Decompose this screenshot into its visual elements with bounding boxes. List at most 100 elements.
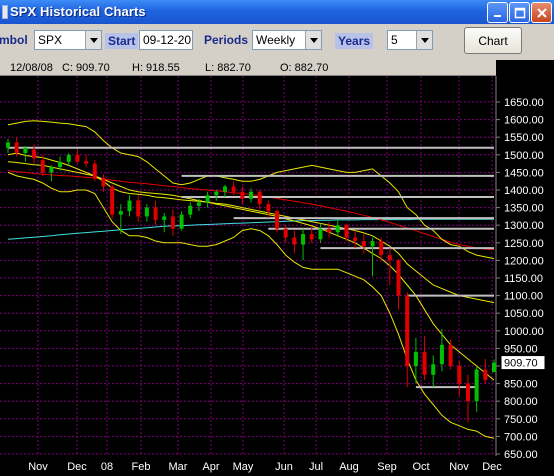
candle-body: [474, 369, 479, 402]
candle-body: [32, 149, 37, 159]
years-label: Years: [335, 33, 374, 49]
candle-body: [361, 241, 366, 247]
candle-body: [344, 225, 349, 238]
candle-body: [465, 383, 470, 402]
x-axis-tick-label: Jun: [275, 461, 293, 473]
candle-body: [301, 234, 306, 245]
start-label: Start: [105, 33, 139, 49]
y-axis-tick-label: 850.00: [504, 379, 538, 391]
candle-body: [170, 216, 175, 229]
y-axis-tick-label: 1050.00: [504, 308, 544, 320]
x-axis-tick-label: Dec: [482, 461, 502, 473]
candle-body: [196, 202, 201, 206]
y-axis-tick-label: 1400.00: [504, 185, 544, 197]
candle-body: [179, 214, 184, 229]
candle-body: [101, 177, 106, 187]
candle-body: [231, 186, 236, 192]
y-axis-tick-label: 1150.00: [504, 273, 543, 285]
x-axis-tick-label: Oct: [412, 461, 429, 473]
close-button[interactable]: [531, 2, 552, 23]
minimize-icon: [493, 14, 501, 17]
years-select[interactable]: 5: [387, 30, 433, 50]
symbol-select[interactable]: SPX: [34, 30, 102, 50]
ohlc-open: O: 882.70: [280, 62, 329, 74]
start-date-input[interactable]: 09-12-20: [139, 30, 193, 50]
x-axis-tick-label: Jul: [309, 461, 323, 473]
maximize-button[interactable]: [509, 2, 530, 23]
price-chart[interactable]: 1650.00 1600.00 1550.00 1500.00 1450.00 1400.…: [0, 60, 554, 476]
y-axis-tick-label: 700.00: [504, 431, 538, 443]
y-axis-tick-label: 1500.00: [504, 150, 544, 162]
candle-body: [370, 241, 375, 247]
ohlc-close: C: 909.70: [62, 62, 110, 74]
candle-body: [283, 228, 288, 238]
periods-select[interactable]: Weekly: [252, 30, 322, 50]
candle-body: [118, 211, 123, 215]
candle-body: [136, 200, 141, 217]
candle-body: [84, 161, 89, 164]
candle-body: [23, 147, 28, 154]
candle-body: [144, 207, 149, 217]
y-axis-tick-label: 950.00: [504, 343, 538, 355]
symbol-value: SPX: [38, 33, 63, 47]
ohlc-date: 12/08/08: [10, 62, 53, 74]
candle-body: [396, 260, 401, 296]
candle-body: [492, 362, 496, 373]
x-axis-tick-label: Mar: [169, 461, 188, 473]
candle-body: [240, 191, 245, 199]
candle-body: [205, 195, 210, 203]
y-axis-tick-label: 1250.00: [504, 238, 544, 250]
window-title: SPX Historical Charts: [10, 4, 146, 19]
candle-body: [275, 211, 280, 229]
x-axis-tick-label: Aug: [339, 461, 359, 473]
candle-body: [110, 186, 115, 215]
y-axis-tick-label: 1550.00: [504, 132, 544, 144]
candle-body: [249, 191, 253, 199]
x-axis-tick-label: Dec: [67, 461, 87, 473]
y-axis-tick-label: 1350.00: [504, 203, 544, 215]
candle-body: [214, 191, 219, 196]
y-axis-tick-label: 800.00: [504, 396, 538, 408]
candle-body: [413, 351, 418, 366]
y-axis-tick-label: 1450.00: [504, 167, 544, 179]
x-axis-tick-label: Nov: [449, 461, 469, 473]
chart-canvas: 1650.00 1600.00 1550.00 1500.00 1450.00 1400.…: [0, 76, 554, 476]
candle-body: [387, 255, 392, 261]
y-axis-tick-label: 1650.00: [504, 97, 544, 109]
y-axis-tick-label: 1000.00: [504, 326, 544, 338]
symbol-label: mbol: [0, 33, 28, 47]
chart-button[interactable]: Chart: [464, 27, 522, 54]
x-axis-tick-label: Nov: [28, 461, 48, 473]
candle-body: [162, 216, 167, 220]
minimize-button[interactable]: [487, 2, 508, 23]
last-price-label: 909.70: [504, 358, 538, 370]
candle-body: [292, 237, 297, 245]
x-axis-tick-label: May: [233, 461, 254, 473]
years-value: 5: [391, 33, 398, 47]
candle-body: [431, 364, 436, 375]
candle-body: [66, 154, 71, 162]
chevron-down-icon: [416, 31, 432, 49]
y-axis-tick-label: 1100.00: [504, 291, 543, 303]
y-axis-tick-label: 1600.00: [504, 115, 544, 127]
candle-body: [379, 241, 384, 256]
candle-body: [327, 228, 332, 233]
candle-body: [75, 154, 80, 162]
candle-body: [14, 142, 19, 154]
candle-body: [222, 186, 227, 192]
toolbar: mbol SPX Start 09-12-20 Periods Weekly Y…: [0, 24, 554, 60]
x-axis-tick-label: 08: [101, 461, 113, 473]
candle-body: [335, 225, 340, 233]
periods-label: Periods: [204, 33, 249, 47]
candle-body: [448, 344, 453, 366]
app-icon: [2, 5, 8, 19]
x-axis-tick-label: Apr: [202, 461, 219, 473]
candle-body: [40, 160, 45, 173]
candle-body: [318, 228, 323, 240]
close-icon: [536, 7, 547, 18]
candle-body: [153, 207, 158, 220]
periods-value: Weekly: [256, 33, 296, 47]
chevron-down-icon: [305, 31, 321, 49]
candle-body: [439, 344, 444, 365]
title-bar: SPX Historical Charts: [0, 0, 554, 24]
